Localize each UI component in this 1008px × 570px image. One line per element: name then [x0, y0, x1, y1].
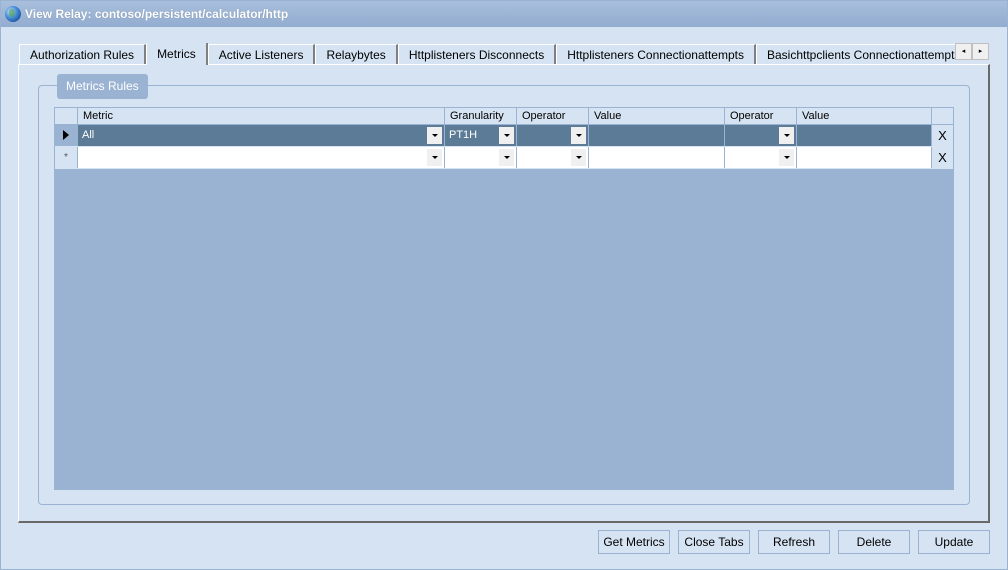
button-bar: Get Metrics Close Tabs Refresh Delete Up…: [598, 530, 990, 554]
table-row[interactable]: All PT1H X: [55, 125, 953, 147]
header-row-selector: [55, 108, 78, 124]
header-granularity[interactable]: Granularity: [445, 108, 517, 124]
tab-strip: Authorization Rules Metrics Active Liste…: [19, 43, 989, 65]
delete-button[interactable]: Delete: [838, 530, 910, 554]
globe-icon: [5, 6, 21, 22]
granularity-cell[interactable]: [445, 147, 517, 168]
operator-2-cell[interactable]: [725, 147, 797, 168]
update-button[interactable]: Update: [918, 530, 990, 554]
tab-httplisteners-connectionattempts[interactable]: Httplisteners Connectionattempts: [556, 44, 756, 65]
tab-active-listeners[interactable]: Active Listeners: [207, 44, 316, 65]
value-1-cell[interactable]: [589, 125, 725, 146]
tab-scroll-left-icon[interactable]: ◂: [955, 43, 972, 60]
chevron-down-icon[interactable]: [779, 149, 794, 166]
window: View Relay: contoso/persistent/calculato…: [0, 0, 1008, 570]
tab-scroll-right-icon[interactable]: ▸: [972, 43, 989, 60]
header-operator-1[interactable]: Operator: [517, 108, 589, 124]
metrics-rules-legend: Metrics Rules: [57, 74, 148, 99]
operator-1-cell[interactable]: [517, 147, 589, 168]
delete-row-button[interactable]: X: [932, 125, 953, 146]
header-delete: [932, 108, 953, 124]
header-value-1[interactable]: Value: [589, 108, 725, 124]
value-1-cell[interactable]: [589, 147, 725, 168]
chevron-down-icon[interactable]: [571, 127, 586, 144]
chevron-down-icon[interactable]: [571, 149, 586, 166]
tab-metrics[interactable]: Metrics: [146, 43, 208, 65]
granularity-value: PT1H: [449, 129, 478, 141]
header-metric[interactable]: Metric: [78, 108, 445, 124]
tab-scroll-buttons: ◂ ▸: [955, 43, 989, 60]
title-bar: View Relay: contoso/persistent/calculato…: [1, 1, 1007, 27]
chevron-down-icon[interactable]: [499, 127, 514, 144]
value-2-cell[interactable]: [797, 125, 932, 146]
tab-basichttpclients-connectionattempts[interactable]: Basichttpclients Connectionattempts: [755, 44, 955, 65]
granularity-cell[interactable]: PT1H: [445, 125, 517, 146]
tab-relaybytes[interactable]: Relaybytes: [315, 44, 398, 65]
header-operator-2[interactable]: Operator: [725, 108, 797, 124]
chevron-down-icon[interactable]: [427, 127, 442, 144]
chevron-down-icon[interactable]: [499, 149, 514, 166]
delete-row-button[interactable]: X: [932, 147, 953, 168]
metric-value: All: [82, 129, 95, 141]
refresh-button[interactable]: Refresh: [758, 530, 830, 554]
chevron-down-icon[interactable]: [779, 127, 794, 144]
current-row-arrow-icon: [63, 130, 69, 140]
new-row-icon: *: [64, 152, 68, 163]
value-2-cell[interactable]: [797, 147, 932, 168]
operator-2-cell[interactable]: [725, 125, 797, 146]
tab-authorization-rules[interactable]: Authorization Rules: [19, 44, 147, 65]
tab-httplisteners-disconnects[interactable]: Httplisteners Disconnects: [397, 44, 557, 65]
header-value-2[interactable]: Value: [797, 108, 932, 124]
table-row-new[interactable]: * X: [55, 147, 953, 169]
operator-1-cell[interactable]: [517, 125, 589, 146]
metrics-rules-grid[interactable]: Metric Granularity Operator Value Operat…: [54, 107, 954, 490]
row-selector[interactable]: *: [55, 147, 78, 168]
get-metrics-button[interactable]: Get Metrics: [598, 530, 670, 554]
grid-header: Metric Granularity Operator Value Operat…: [55, 108, 953, 124]
chevron-down-icon[interactable]: [427, 149, 442, 166]
row-selector[interactable]: [55, 125, 78, 146]
window-title: View Relay: contoso/persistent/calculato…: [25, 7, 289, 21]
metric-cell[interactable]: All: [78, 125, 445, 146]
close-tabs-button[interactable]: Close Tabs: [678, 530, 750, 554]
metric-cell[interactable]: [78, 147, 445, 168]
